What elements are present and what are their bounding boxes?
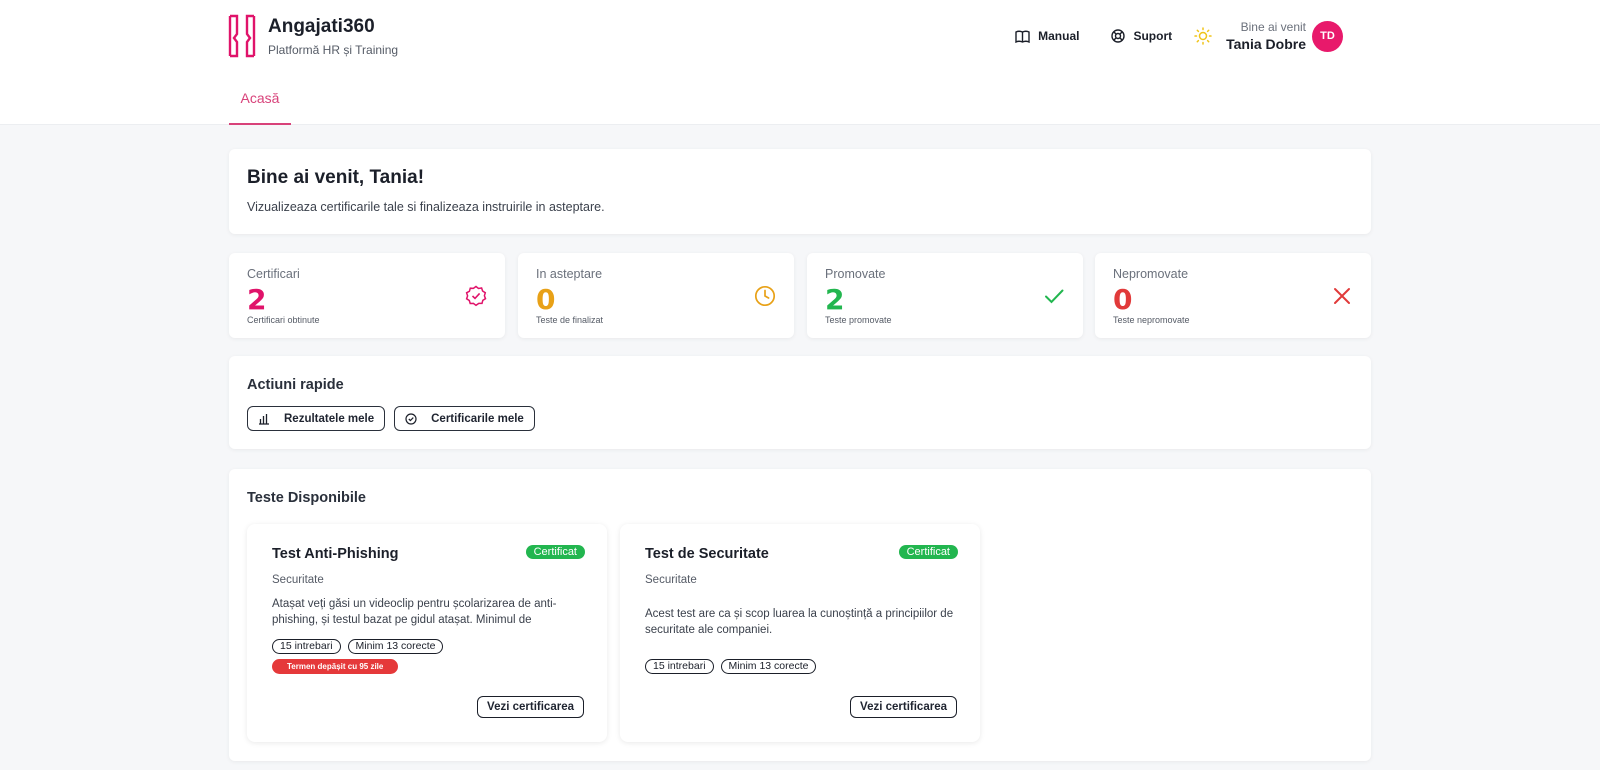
certificate-badge: Certificat [898,545,958,559]
brand-title: Angajati360 [268,15,375,37]
theme-toggle-sun-icon[interactable] [1194,27,1212,45]
available-tests-card: Teste Disponibile Test Anti-Phishing Cer… [229,469,1371,761]
stat-card-promovate: Promovate 2 Teste promovate [807,253,1083,338]
stat-value: 0 [536,283,556,316]
certificate-badge: Certificat [525,545,585,559]
view-certificate-button[interactable]: Vezi certificarea [850,696,957,718]
test-category: Securitate [272,574,324,586]
stat-subtitle: Teste promovate [825,315,892,325]
bar-chart-icon [259,413,269,425]
min-correct-pill: Minim 13 corecte [347,639,444,654]
support-label: Suport [1133,29,1173,43]
stat-card-nepromovate: Nepromovate 0 Teste nepromovate [1095,253,1371,338]
book-icon [1015,30,1030,43]
my-results-label: Rezultatele mele [284,412,375,425]
brand[interactable]: Angajati360 Platformă HR și Training [228,14,398,58]
user-info: Bine ai venit Tania Dobre [1226,20,1306,52]
quick-actions-title: Actiuni rapide [247,377,344,393]
stat-card-in-asteptare: In asteptare 0 Teste de finalizat [518,253,794,338]
welcome-title: Bine ai venit, Tania! [247,167,425,188]
my-results-button[interactable]: Rezultatele mele [247,406,386,431]
x-icon [1334,288,1350,304]
quick-actions-card: Actiuni rapide Rezultatele mele Certific… [229,356,1371,449]
support-button[interactable]: Suport [1111,29,1172,43]
stat-label: Promovate [825,267,886,281]
logo-icon [228,14,256,58]
my-certificates-label: Certificarile mele [431,412,524,425]
clock-icon [754,285,776,307]
user-name: Tania Dobre [1226,36,1306,52]
stat-card-certificari: Certificari 2 Certificari obtinute [229,253,505,338]
avatar[interactable]: TD [1312,20,1343,52]
welcome-text: Vizualizeaza certificarile tale si final… [247,200,605,214]
stat-subtitle: Certificari obtinute [247,315,320,325]
available-tests-title: Teste Disponibile [247,490,366,506]
questions-pill: 15 intrebari [272,639,341,654]
app-header: Angajati360 Platformă HR și Training Man… [0,0,1600,125]
manual-label: Manual [1038,29,1080,43]
check-icon [1045,289,1064,304]
stat-label: Nepromovate [1113,267,1189,281]
check-circle-icon [405,412,417,425]
stat-label: Certificari [247,267,300,281]
stat-value: 0 [1113,283,1133,316]
overdue-badge: Termen depășit cu 95 zile [272,659,399,674]
test-description: Acest test are ca și scop luarea la cuno… [645,608,954,636]
stat-subtitle: Teste nepromovate [1113,315,1190,325]
tab-acasa[interactable]: Acasă [229,77,291,125]
welcome-card: Bine ai venit, Tania! Vizualizeaza certi… [229,149,1371,234]
view-certificate-button[interactable]: Vezi certificarea [477,696,584,718]
brand-subtitle: Platformă HR și Training [268,42,399,57]
stat-value: 2 [825,283,845,316]
manual-button[interactable]: Manual [1015,29,1079,43]
test-card-securitate[interactable]: Test de Securitate Certificat Securitate… [620,524,980,742]
top-navigation: Manual Suport Bine ai venit Tania Dobre … [983,15,1343,57]
questions-pill: 15 intrebari [645,659,714,674]
stat-value: 2 [247,283,267,316]
stat-label: In asteptare [536,267,603,281]
test-description: Atașat veți găsi un videoclip pentru șco… [272,598,557,626]
certificate-icon [465,285,487,307]
lifebuoy-icon [1111,29,1126,43]
min-correct-pill: Minim 13 corecte [720,659,817,674]
my-certificates-button[interactable]: Certificarile mele [394,406,535,431]
user-greeting: Bine ai venit [1240,20,1306,34]
test-category: Securitate [645,574,697,586]
test-card-anti-phishing[interactable]: Test Anti-Phishing Certificat Securitate… [247,524,607,742]
stat-subtitle: Teste de finalizat [536,315,604,325]
